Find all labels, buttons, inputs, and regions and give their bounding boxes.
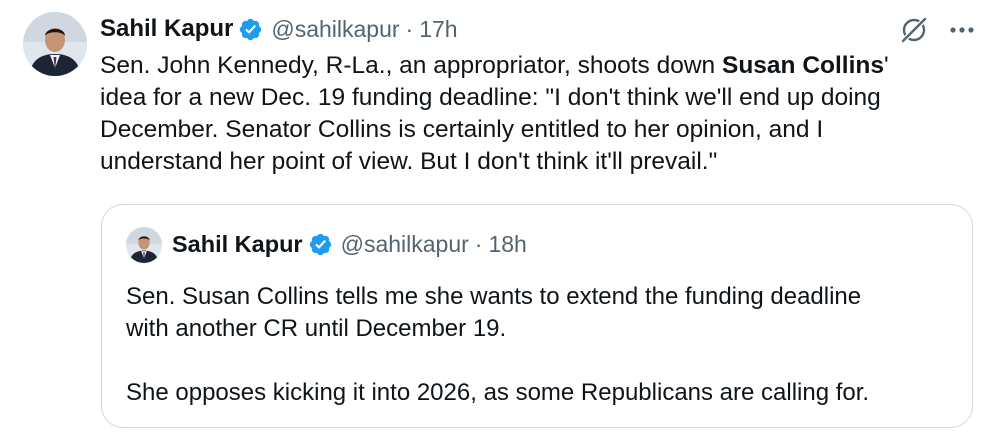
more-options-icon[interactable] (945, 14, 979, 46)
tweet-text-line: understand her point of view. But I don'… (100, 148, 718, 175)
quoted-text-line: with another CR until December 19. (126, 315, 507, 342)
quoted-paragraph: Sen. Susan Collins tells me she wants to… (126, 281, 956, 345)
tweet-text-line: December. Senator Collins is certainly e… (100, 116, 824, 143)
quoted-tweet-text: Sen. Susan Collins tells me she wants to… (126, 281, 956, 409)
tweet-text-segment: ' (884, 52, 889, 79)
tweet-text-line: idea for a new Dec. 19 funding deadline:… (100, 84, 881, 111)
verified-badge-icon (238, 17, 263, 42)
mentioned-name: Susan Collins (721, 52, 884, 79)
quoted-author-avatar[interactable] (126, 227, 162, 263)
tweet-text-line: Sen. John Kennedy, R-La., an appropriato… (100, 50, 980, 82)
quoted-tweet-header: Sahil Kapur @sahilkapur · 18h (172, 229, 527, 259)
verified-badge-icon (308, 232, 333, 257)
tweet-text: Sen. John Kennedy, R-La., an appropriato… (100, 50, 980, 178)
quoted-author-handle[interactable]: @sahilkapur (341, 231, 469, 258)
tweet: Sahil Kapur @sahilkapur · 17h Sen. John … (0, 0, 1000, 441)
quoted-tweet[interactable]: Sahil Kapur @sahilkapur · 18h Sen. Susan… (101, 204, 973, 428)
author-handle[interactable]: @sahilkapur (271, 16, 399, 43)
tweet-text-segment: Sen. John Kennedy, R-La., an appropriato… (100, 52, 722, 79)
separator-dot: · (474, 230, 483, 257)
tweet-header: Sahil Kapur @sahilkapur · 17h (100, 14, 458, 44)
grok-icon[interactable] (898, 14, 930, 46)
quoted-author-name[interactable]: Sahil Kapur (172, 231, 303, 258)
quoted-text-line: Sen. Susan Collins tells me she wants to… (126, 283, 862, 310)
quoted-tweet-timestamp[interactable]: 18h (488, 231, 526, 258)
quoted-paragraph: She opposes kicking it into 2026, as som… (126, 377, 956, 409)
author-name[interactable]: Sahil Kapur (100, 15, 233, 43)
separator-dot: · (405, 15, 414, 42)
quoted-text-line: She opposes kicking it into 2026, as som… (126, 379, 870, 406)
author-avatar[interactable] (23, 12, 87, 76)
tweet-timestamp[interactable]: 17h (419, 16, 457, 43)
